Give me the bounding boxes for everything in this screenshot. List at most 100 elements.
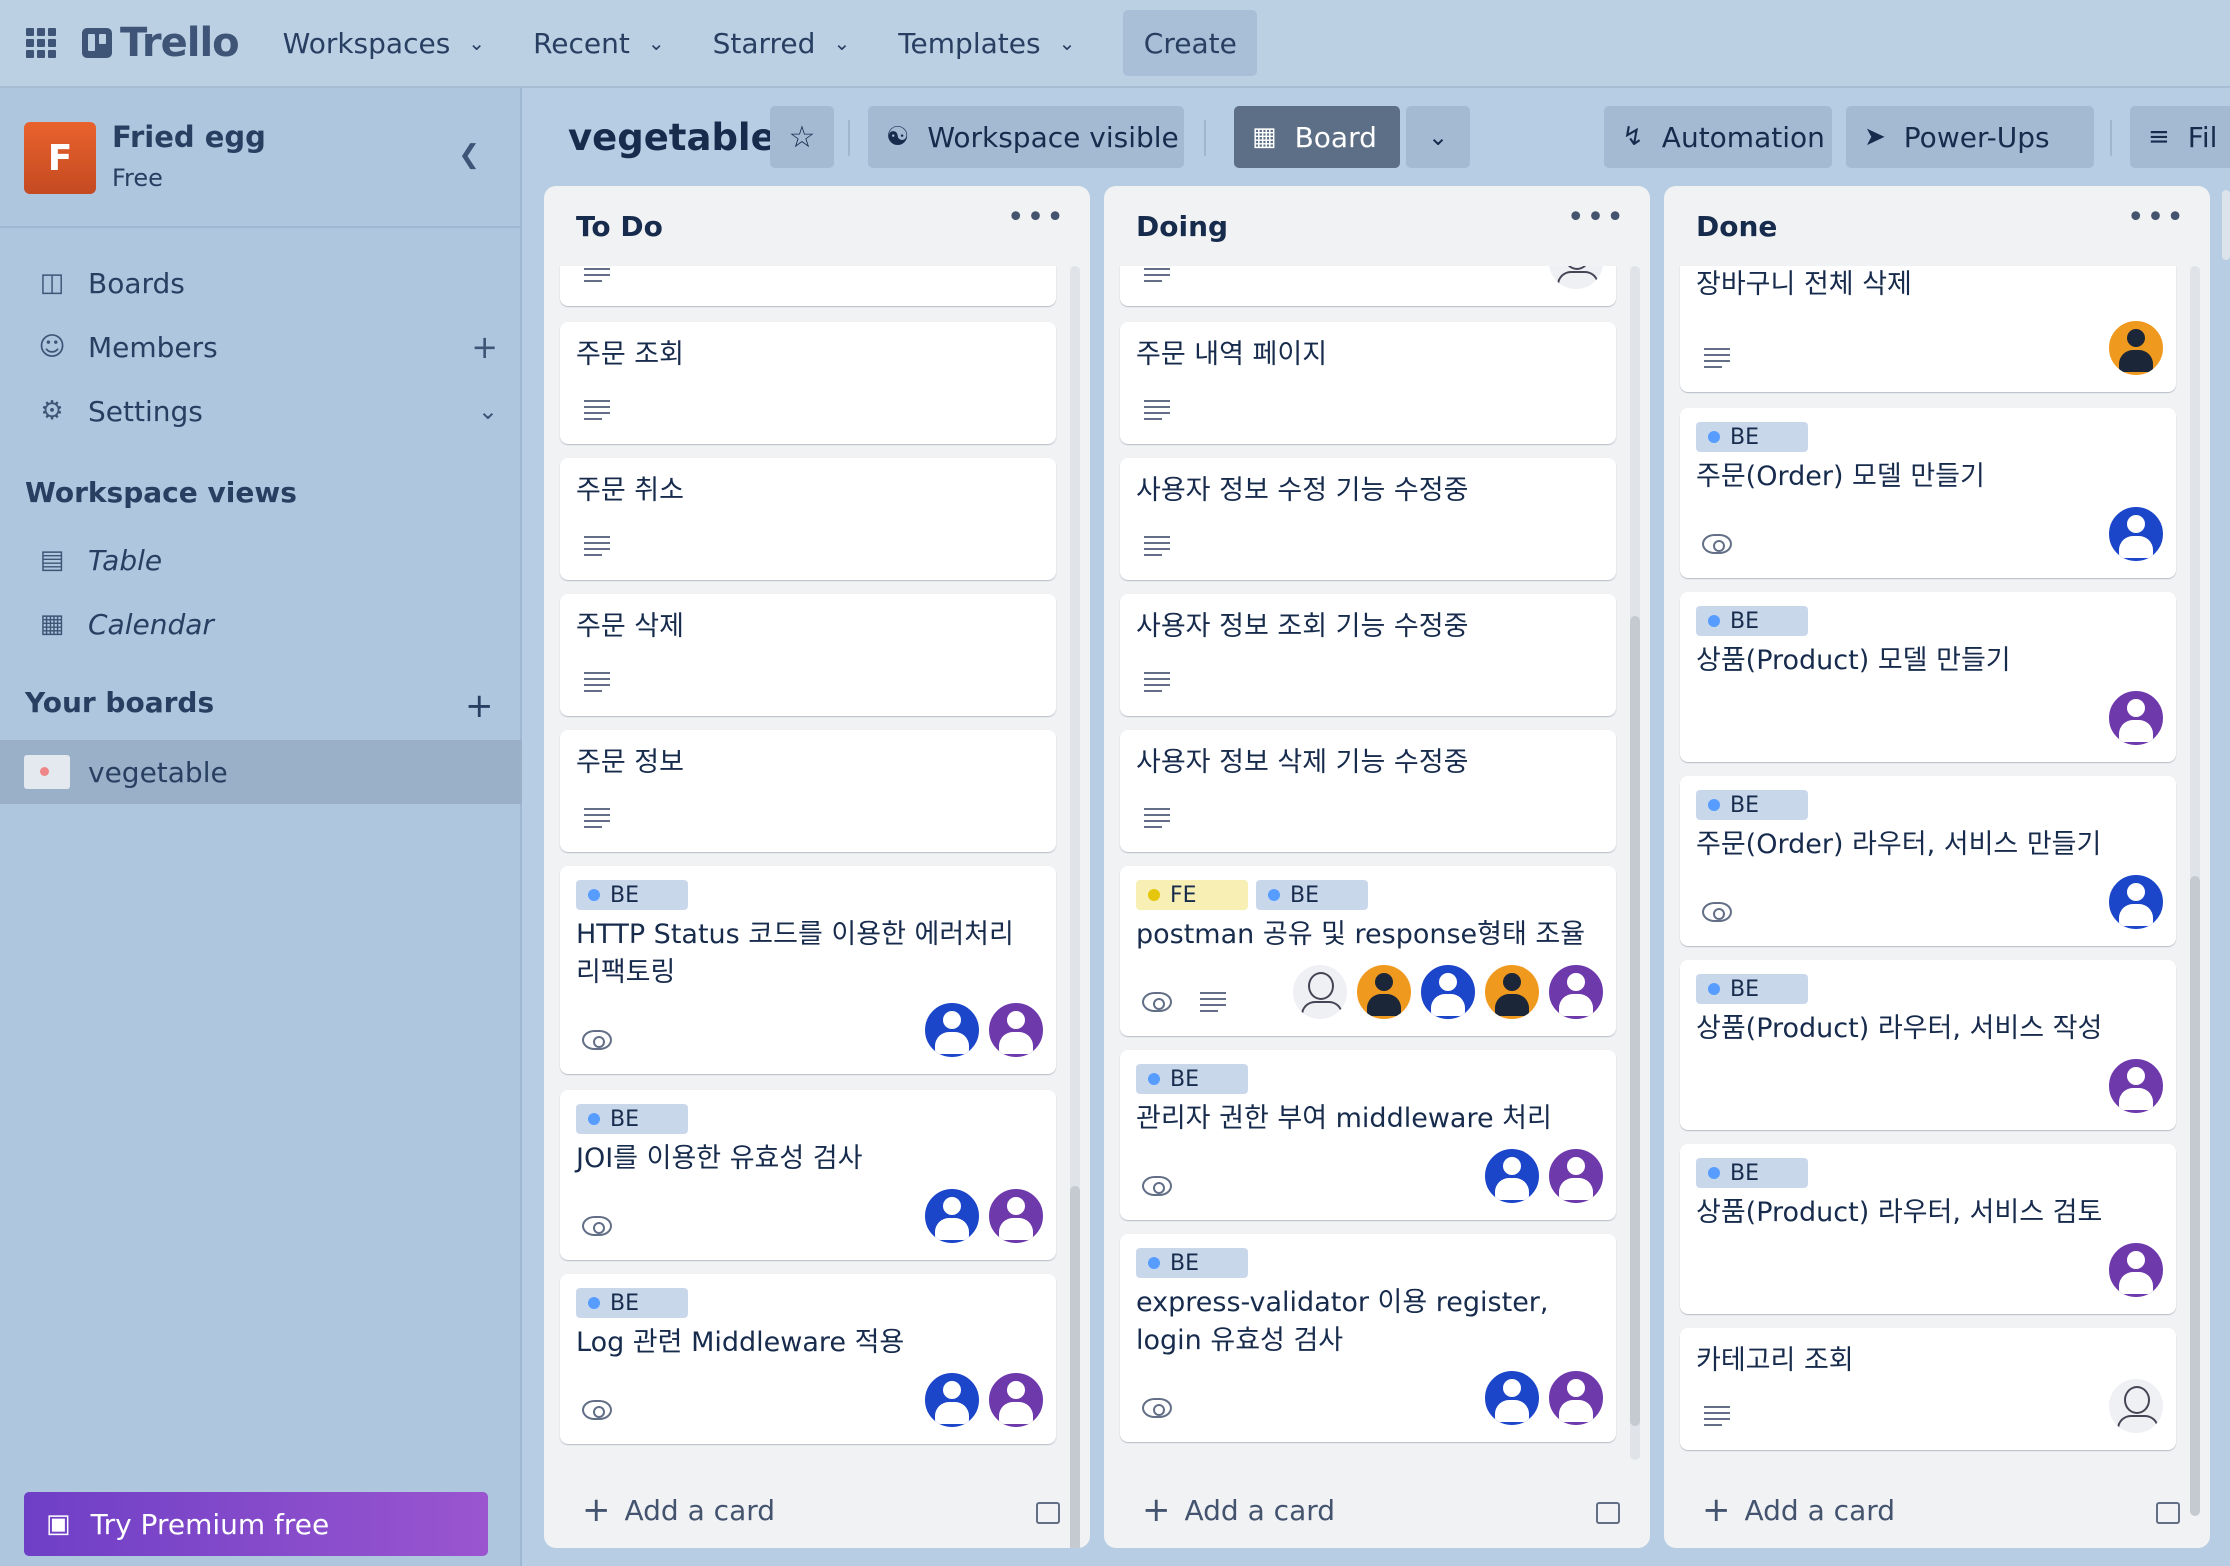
member-avatar[interactable]: [1482, 1146, 1542, 1206]
member-avatar[interactable]: [986, 1186, 1046, 1246]
recent-menu-button[interactable]: Recent ⌄: [533, 27, 665, 60]
try-premium-button[interactable]: ▣ Try Premium free: [24, 1492, 488, 1556]
power-ups-button[interactable]: ➤ Power-Ups: [1846, 106, 2094, 168]
collapse-sidebar-icon[interactable]: ❮: [458, 140, 480, 170]
card[interactable]: BE express-validator 이용 register, login 유…: [1120, 1234, 1616, 1442]
app-switcher-icon[interactable]: [26, 28, 56, 58]
add-card-button[interactable]: + Add a card: [1702, 1490, 1895, 1530]
board-title[interactable]: vegetable: [568, 116, 776, 159]
member-avatar[interactable]: [1546, 266, 1606, 292]
workspace-name[interactable]: Fried egg: [112, 120, 266, 154]
member-avatar[interactable]: [1546, 1368, 1606, 1428]
card[interactable]: BE 관리자 권한 부여 middleware 처리: [1120, 1050, 1616, 1220]
card[interactable]: BE 상품(Product) 모델 만들기: [1680, 592, 2176, 762]
card-label-be[interactable]: BE: [576, 1104, 688, 1134]
starred-menu-button[interactable]: Starred ⌄: [713, 27, 851, 60]
member-avatar[interactable]: [922, 1186, 982, 1246]
member-avatar[interactable]: [986, 1000, 1046, 1060]
member-avatar[interactable]: [2106, 1376, 2166, 1436]
card-label-be[interactable]: BE: [1696, 1158, 1808, 1188]
card[interactable]: 주문 삭제: [560, 594, 1056, 716]
card-template-icon[interactable]: [1596, 1502, 1620, 1524]
member-avatar[interactable]: [2106, 504, 2166, 564]
scrollbar-thumb[interactable]: [1070, 1186, 1080, 1548]
member-avatar[interactable]: [1482, 962, 1542, 1022]
card[interactable]: 주문 취소: [560, 458, 1056, 580]
member-avatar[interactable]: [2106, 688, 2166, 748]
list-menu-icon[interactable]: •••: [1567, 200, 1626, 235]
card-label-be[interactable]: BE: [1136, 1064, 1248, 1094]
add-card-button[interactable]: + Add a card: [1142, 1490, 1335, 1530]
card-template-icon[interactable]: [2156, 1502, 2180, 1524]
card[interactable]: BE 상품(Product) 라우터, 서비스 검토: [1680, 1144, 2176, 1314]
member-avatar[interactable]: [922, 1000, 982, 1060]
sidebar-item-table[interactable]: ▤ Table: [0, 532, 522, 588]
member-avatar[interactable]: [922, 1370, 982, 1430]
automation-button[interactable]: ↯ Automation: [1604, 106, 1832, 168]
list-title[interactable]: Done: [1696, 210, 1777, 243]
member-avatar[interactable]: [986, 1370, 1046, 1430]
card[interactable]: 카테고리 조회: [1680, 1328, 2176, 1450]
sidebar-item-members[interactable]: ☺ Members +: [0, 319, 522, 375]
member-avatar[interactable]: [1546, 962, 1606, 1022]
card-label-be[interactable]: BE: [1256, 880, 1368, 910]
card[interactable]: 사용자 정보 조회 기능 수정중: [1120, 594, 1616, 716]
card-label-be[interactable]: BE: [1696, 422, 1808, 452]
card-label-be[interactable]: BE: [1696, 974, 1808, 1004]
card-label-be[interactable]: BE: [1696, 606, 1808, 636]
card-label-be[interactable]: BE: [576, 880, 688, 910]
member-avatar[interactable]: [1418, 962, 1478, 1022]
filter-button[interactable]: ≡ Fil: [2130, 106, 2230, 168]
card[interactable]: BE 상품(Product) 라우터, 서비스 작성: [1680, 960, 2176, 1130]
card[interactable]: FE BE postman 공유 및 response형태 조율: [1120, 866, 1616, 1036]
workspaces-menu-button[interactable]: Workspaces ⌄: [283, 27, 485, 60]
member-avatar[interactable]: [2106, 318, 2166, 378]
card[interactable]: 주문 조회: [560, 322, 1056, 444]
card-label-be[interactable]: BE: [1136, 1248, 1248, 1278]
card[interactable]: BE JOI를 이용한 유효성 검사: [560, 1090, 1056, 1260]
card-label-be[interactable]: BE: [576, 1288, 688, 1318]
card[interactable]: 주문 내역 페이지: [1120, 322, 1616, 444]
workspace-avatar[interactable]: F: [24, 122, 96, 194]
scrollbar-thumb[interactable]: [1630, 616, 1640, 1426]
visibility-button[interactable]: ☯ Workspace visible: [868, 106, 1184, 168]
card-label-fe[interactable]: FE: [1136, 880, 1248, 910]
card[interactable]: [560, 266, 1056, 306]
card-template-icon[interactable]: [1036, 1502, 1060, 1524]
templates-menu-button[interactable]: Templates ⌄: [898, 27, 1075, 60]
card[interactable]: [1120, 266, 1616, 306]
member-avatar[interactable]: [1354, 962, 1414, 1022]
star-board-button[interactable]: ☆: [770, 106, 834, 168]
card[interactable]: BE HTTP Status 코드를 이용한 에러처리 리팩토링: [560, 866, 1056, 1074]
member-avatar[interactable]: [2106, 1056, 2166, 1116]
card[interactable]: BE 주문(Order) 라우터, 서비스 만들기: [1680, 776, 2176, 946]
board-view-button[interactable]: ▦ Board: [1234, 106, 1400, 168]
trello-logo[interactable]: Trello: [82, 20, 240, 66]
scrollbar-thumb[interactable]: [2190, 876, 2200, 1516]
sidebar-board-vegetable[interactable]: vegetable: [0, 740, 522, 804]
add-board-icon[interactable]: +: [465, 686, 494, 726]
member-avatar[interactable]: [1482, 1368, 1542, 1428]
sidebar-item-settings[interactable]: ⚙ Settings ⌄: [0, 383, 522, 439]
member-avatar[interactable]: [1290, 962, 1350, 1022]
list-title[interactable]: To Do: [576, 210, 663, 243]
list-menu-icon[interactable]: •••: [2127, 200, 2186, 235]
member-avatar[interactable]: [2106, 872, 2166, 932]
sidebar-item-calendar[interactable]: ▦ Calendar: [0, 596, 522, 652]
card[interactable]: 주문 정보: [560, 730, 1056, 852]
switch-view-dropdown[interactable]: ⌄: [1406, 106, 1470, 168]
list-title[interactable]: Doing: [1136, 210, 1228, 243]
card[interactable]: BE 주문(Order) 모델 만들기: [1680, 408, 2176, 578]
add-member-icon[interactable]: +: [471, 328, 498, 366]
member-avatar[interactable]: [2106, 1240, 2166, 1300]
sidebar-item-boards[interactable]: ◫ Boards: [0, 255, 522, 311]
list-menu-icon[interactable]: •••: [1007, 200, 1066, 235]
card[interactable]: BE Log 관련 Middleware 적용: [560, 1274, 1056, 1444]
card[interactable]: 사용자 정보 수정 기능 수정중: [1120, 458, 1616, 580]
card-label-be[interactable]: BE: [1696, 790, 1808, 820]
chevron-down-icon[interactable]: ⌄: [478, 397, 498, 425]
create-button[interactable]: Create: [1123, 10, 1258, 76]
member-avatar[interactable]: [1546, 1146, 1606, 1206]
card[interactable]: 장바구니 전체 삭제: [1680, 266, 2176, 392]
card[interactable]: 사용자 정보 삭제 기능 수정중: [1120, 730, 1616, 852]
